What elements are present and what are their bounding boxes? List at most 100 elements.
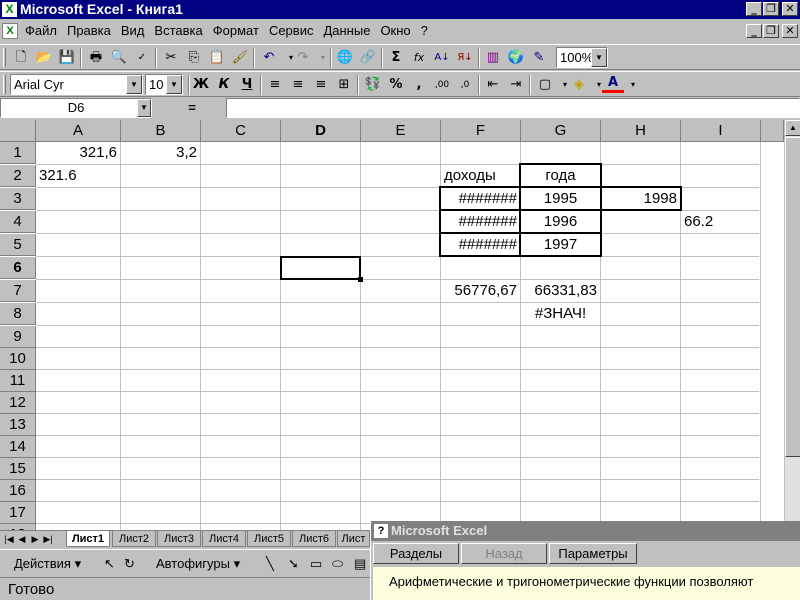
line-icon[interactable]: ╲ xyxy=(266,555,274,572)
comma-button[interactable]: , xyxy=(408,75,430,95)
cell-g8[interactable]: #ЗНАЧ! xyxy=(521,303,600,325)
row-header-2[interactable]: 2 xyxy=(0,165,36,187)
select-all-corner[interactable] xyxy=(0,120,36,142)
function-icon[interactable]: fx xyxy=(408,48,430,68)
row-header-12[interactable]: 12 xyxy=(0,392,36,414)
font-name-select[interactable]: Arial Cyr ▼ xyxy=(10,74,143,95)
undo-icon[interactable]: ↶ xyxy=(258,48,280,68)
worksheet-grid[interactable]: A B C D E F G H I 1 2 3 4 5 6 7 8 9 10 1… xyxy=(0,120,800,530)
chart-wizard-icon[interactable]: ▥ xyxy=(482,48,504,68)
menu-edit[interactable]: Правка xyxy=(62,23,116,39)
sort-asc-icon[interactable]: А↓ xyxy=(431,48,453,68)
document-icon[interactable]: X xyxy=(2,23,18,39)
font-color-dropdown-icon[interactable]: ▾ xyxy=(622,75,644,95)
row-header-17[interactable]: 17 xyxy=(0,502,36,524)
column-header-h[interactable]: H xyxy=(601,120,681,142)
edit-formula-button[interactable]: = xyxy=(160,98,224,118)
cell-i4[interactable]: 66.2 xyxy=(681,211,760,233)
cell-f2[interactable]: доходы xyxy=(441,165,520,187)
next-sheet-icon[interactable]: ▶ xyxy=(29,532,41,547)
cut-icon[interactable]: ✂ xyxy=(160,48,182,68)
row-header-11[interactable]: 11 xyxy=(0,370,36,392)
tab-sheet5[interactable]: Лист5 xyxy=(247,531,291,547)
currency-icon[interactable]: 💱 xyxy=(362,75,384,95)
column-header-b[interactable]: B xyxy=(121,120,201,142)
tab-sheet4[interactable]: Лист4 xyxy=(202,531,246,547)
row-header-5[interactable]: 5 xyxy=(0,234,36,256)
autoshapes-menu[interactable]: Автофигуры ▾ xyxy=(156,555,240,572)
row-header-3[interactable]: 3 xyxy=(0,188,36,210)
row-header-1[interactable]: 1 xyxy=(0,142,36,164)
restore-button[interactable]: ❐ xyxy=(763,2,779,16)
map-icon[interactable]: 🌍 xyxy=(505,48,527,68)
copy-icon[interactable]: ⎘ xyxy=(183,48,205,68)
row-header-8[interactable]: 8 xyxy=(0,303,36,325)
increase-indent-icon[interactable]: ⇥ xyxy=(505,75,527,95)
cell-h3[interactable]: 1998 xyxy=(601,188,680,210)
menu-format[interactable]: Формат xyxy=(208,23,264,39)
row-header-14[interactable]: 14 xyxy=(0,436,36,458)
cell-f7[interactable]: 56776,67 xyxy=(441,280,520,302)
actions-menu[interactable]: Действия ▾ xyxy=(14,555,81,572)
textbox-icon[interactable]: ▤ xyxy=(354,555,366,572)
first-sheet-icon[interactable]: |◀ xyxy=(3,532,15,547)
column-header-a[interactable]: A xyxy=(36,120,121,142)
doc-restore-button[interactable]: ❐ xyxy=(763,24,779,38)
tab-sheet1[interactable]: Лист1 xyxy=(66,531,110,547)
cell-f4[interactable]: ####### xyxy=(441,211,520,233)
print-preview-icon[interactable]: 🔍 xyxy=(108,48,130,68)
menu-insert[interactable]: Вставка xyxy=(149,23,207,39)
scroll-up-icon[interactable]: ▲ xyxy=(785,120,800,136)
tab-sheet2[interactable]: Лист2 xyxy=(112,531,156,547)
font-size-select[interactable]: 10 ▼ xyxy=(145,74,183,95)
align-left-icon[interactable]: ≡ xyxy=(264,75,286,95)
menu-window[interactable]: Окно xyxy=(375,23,415,39)
chevron-down-icon[interactable]: ▼ xyxy=(591,48,607,67)
open-icon[interactable]: 📂 xyxy=(33,48,55,68)
borders-icon[interactable]: ▢ xyxy=(534,75,556,95)
cell-f5[interactable]: ####### xyxy=(441,234,520,256)
format-painter-icon[interactable]: 🖌 xyxy=(229,48,251,68)
underline-button[interactable]: Ч xyxy=(236,75,258,95)
row-header-6[interactable]: 6 xyxy=(0,257,36,279)
help-back-button[interactable]: Назад xyxy=(461,543,547,564)
decrease-decimal-icon[interactable]: ,0 xyxy=(454,75,476,95)
merge-center-icon[interactable]: ⊞ xyxy=(333,75,355,95)
select-objects-icon[interactable]: ↖ xyxy=(104,555,115,572)
name-box[interactable]: D6 ▼ xyxy=(0,98,152,118)
row-header-7[interactable]: 7 xyxy=(0,280,36,302)
row-header-4[interactable]: 4 xyxy=(0,211,36,233)
chevron-down-icon[interactable]: ▼ xyxy=(166,75,182,94)
minimize-button[interactable]: _ xyxy=(746,2,762,16)
column-header-d[interactable]: D xyxy=(281,120,361,142)
save-icon[interactable]: 💾 xyxy=(56,48,78,68)
align-right-icon[interactable]: ≡ xyxy=(310,75,332,95)
row-header-15[interactable]: 15 xyxy=(0,458,36,480)
rectangle-icon[interactable]: ▭ xyxy=(310,555,322,572)
cell-a2[interactable]: 321.6 xyxy=(36,165,120,187)
row-header-10[interactable]: 10 xyxy=(0,348,36,370)
doc-minimize-button[interactable]: _ xyxy=(746,24,762,38)
cell-b1[interactable]: 3,2 xyxy=(121,142,200,164)
web-icon[interactable]: 🔗 xyxy=(357,48,379,68)
cell-a1[interactable]: 321,6 xyxy=(36,142,120,164)
percent-button[interactable]: % xyxy=(385,75,407,95)
scrollbar-thumb[interactable] xyxy=(785,137,800,457)
free-rotate-icon[interactable]: ↻ xyxy=(124,555,135,572)
cell-f3[interactable]: ####### xyxy=(441,188,520,210)
cell-g2[interactable]: года xyxy=(521,165,600,187)
column-header-g[interactable]: G xyxy=(521,120,601,142)
row-header-9[interactable]: 9 xyxy=(0,326,36,348)
cell-g7[interactable]: 66331,83 xyxy=(521,280,600,302)
close-button[interactable]: ✕ xyxy=(782,2,798,16)
help-window-title-bar[interactable]: ? Microsoft Excel xyxy=(371,521,800,541)
menu-help[interactable]: ? xyxy=(416,23,433,39)
tab-sheet7[interactable]: Лист xyxy=(337,531,370,547)
doc-close-button[interactable]: ✕ xyxy=(782,24,798,38)
new-icon[interactable]: 🗋 xyxy=(10,48,32,68)
increase-decimal-icon[interactable]: ,00 xyxy=(431,75,453,95)
formula-input[interactable] xyxy=(226,98,800,118)
menu-file[interactable]: Файл xyxy=(20,23,62,39)
print-icon[interactable]: 🖶 xyxy=(85,48,107,68)
oval-icon[interactable]: ⬭ xyxy=(332,555,343,572)
